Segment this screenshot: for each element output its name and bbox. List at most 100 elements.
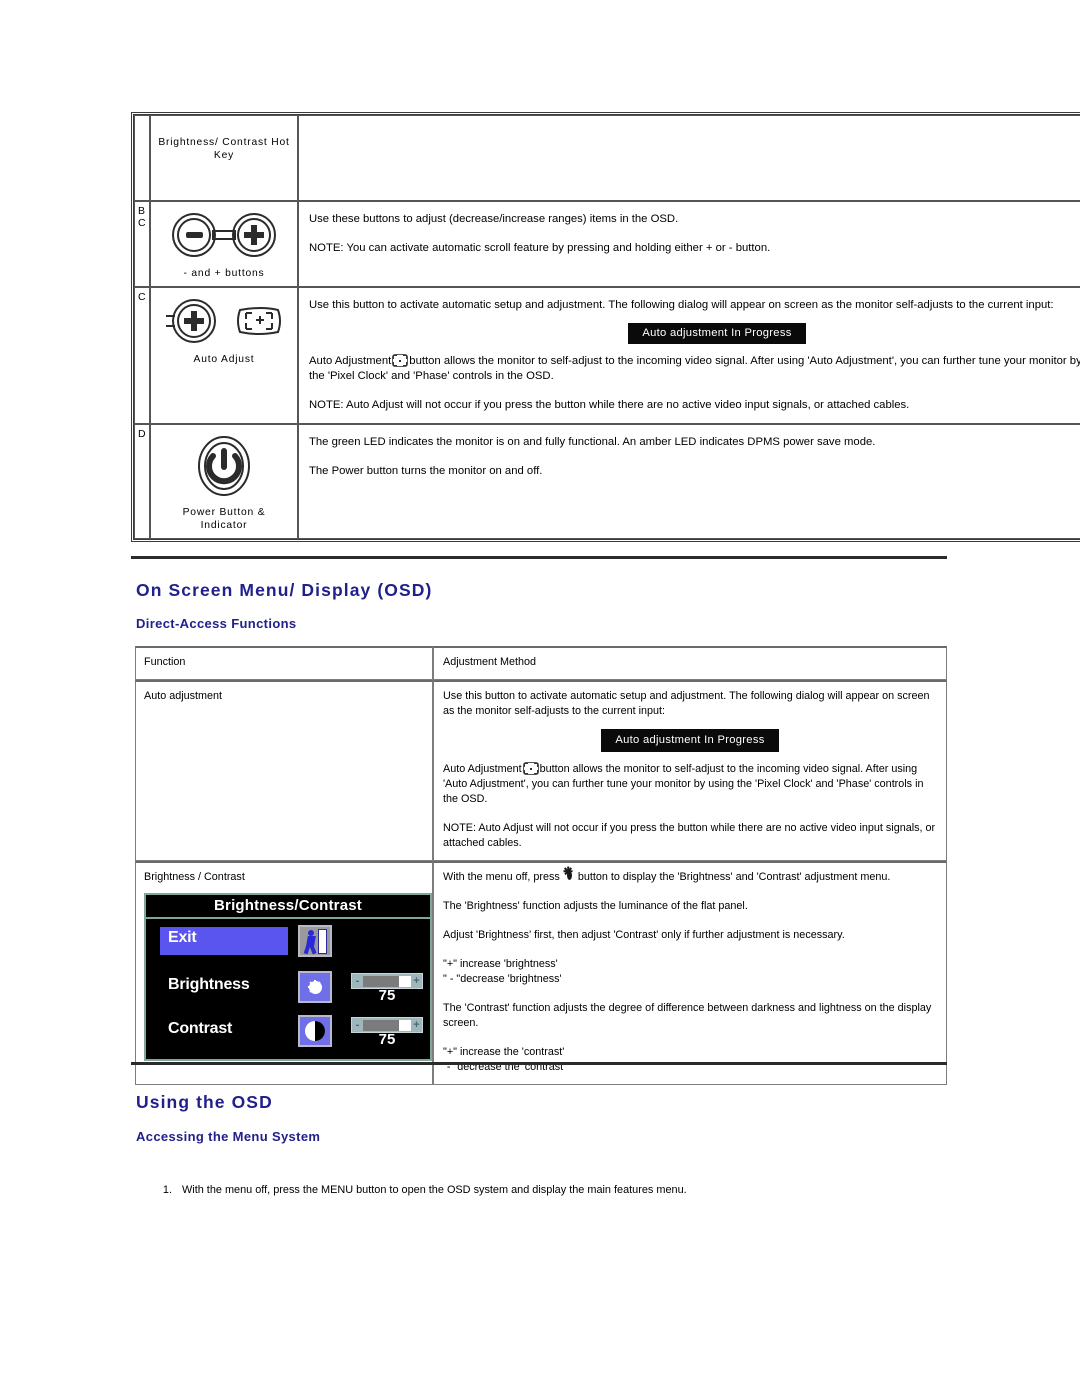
desc-body-pre: Auto Adjustment	[309, 355, 392, 367]
list-item: 1. With the menu off, press the MENU but…	[150, 1183, 850, 1198]
icon-cell: Auto Adjust	[150, 287, 298, 424]
auto-adjust-icon	[166, 299, 281, 343]
auto-adjust-banner-wrap: Auto adjustment In Progress	[443, 725, 937, 763]
icon-cell: Power Button & Indicator	[150, 424, 298, 539]
power-button-icon	[198, 436, 250, 496]
brightness-sun-icon	[298, 971, 332, 1003]
table-header-row: Function Adjustment Method	[135, 646, 947, 680]
steps-list: 1. With the menu off, press the MENU but…	[150, 1183, 850, 1198]
table-row: C Auto Adjust Use this button to activat	[134, 287, 1080, 424]
brightness-hotkey-inline-icon	[560, 866, 578, 882]
icon-caption: - and + buttons	[183, 268, 265, 279]
auto-adjust-inline-icon	[522, 762, 539, 775]
function-label: Brightness / Contrast	[144, 871, 245, 883]
desc-paragraph: Use these buttons to adjust (decrease/in…	[309, 213, 679, 225]
bc-line2: The 'Brightness' function adjusts the lu…	[443, 900, 748, 912]
step-text: With the menu off, press the MENU button…	[182, 1184, 687, 1196]
page-title-using-osd: Using the OSD	[136, 1092, 273, 1112]
desc-paragraph: The green LED indicates the monitor is o…	[309, 436, 876, 448]
slider-minus-icon[interactable]: -	[352, 1019, 363, 1031]
bc-line1-pre: With the menu off, press	[443, 871, 560, 883]
step-number: 1.	[162, 1184, 172, 1196]
table-row-auto-adjustment: Auto adjustment Use this button to activ…	[135, 679, 947, 861]
horizontal-rule	[131, 1062, 947, 1065]
osd-body: Exit Brightness - + 75 Contrast - + 75	[146, 919, 430, 1053]
icon-caption: Brightness/ Contrast Hot Key	[158, 137, 290, 161]
auto-adjust-inline-icon	[392, 354, 409, 367]
method-cell-auto-adjustment: Use this button to activate automatic se…	[433, 679, 947, 861]
bc-line3: Adjust 'Brightness' first, then adjust '…	[443, 929, 845, 941]
column-header-function: Function	[135, 646, 433, 680]
contrast-value: 75	[378, 1031, 396, 1048]
direct-access-functions-table: Function Adjustment Method Auto adjustme…	[135, 646, 947, 1085]
auto-note: NOTE: Auto Adjust will not occur if you …	[443, 822, 936, 849]
icon-cell: - and + buttons	[150, 201, 298, 287]
auto-adjustment-progress-banner: Auto adjustment In Progress	[601, 728, 779, 752]
row-letter: B C	[134, 201, 150, 287]
bc-line4a: "+" increase 'brightness'	[443, 958, 558, 970]
osd-preview-panel: Brightness/Contrast Exit Brightness - + …	[144, 892, 432, 1061]
subheading-accessing-menu: Accessing the Menu System	[136, 1129, 321, 1144]
slider-track[interactable]	[363, 975, 411, 987]
osd-title: Brightness/Contrast	[146, 895, 430, 919]
desc-note: NOTE: You can activate automatic scroll …	[309, 242, 771, 254]
bc-line6a: "+" increase the 'contrast'	[443, 1046, 565, 1058]
minus-plus-buttons-icon	[172, 213, 276, 257]
auto-body: Auto Adjustment button allows the monitor…	[443, 762, 937, 807]
icon-caption: Power Button & Indicator	[182, 507, 266, 531]
function-name-auto-adjustment: Auto adjustment	[135, 679, 433, 861]
description-cell: Use this button to activate automatic se…	[298, 287, 1080, 424]
slider-plus-icon[interactable]: +	[411, 975, 422, 987]
bc-line5: The 'Contrast' function adjusts the degr…	[443, 1002, 932, 1029]
method-cell-brightness-contrast: With the menu off, press button to displa…	[433, 861, 947, 1085]
horizontal-rule	[131, 556, 947, 559]
subheading-direct-access: Direct-Access Functions	[136, 616, 297, 631]
bc-line1: With the menu off, press button to displa…	[443, 866, 937, 885]
osd-exit-highlight[interactable]: Exit	[160, 927, 288, 955]
table-row: B C - and + buttons Use these buttons to	[134, 201, 1080, 287]
slider-plus-icon[interactable]: +	[411, 1019, 422, 1031]
auto-body-pre: Auto Adjustment	[443, 763, 522, 775]
osd-row-contrast[interactable]: Contrast - + 75	[146, 1015, 430, 1055]
description-cell: The green LED indicates the monitor is o…	[298, 424, 1080, 539]
control-buttons-table: Brightness/ Contrast Hot Key B C - and +…	[131, 112, 1080, 542]
desc-intro: Use this button to activate automatic se…	[309, 299, 1054, 311]
icon-cell: Brightness/ Contrast Hot Key	[150, 115, 298, 201]
table-row: D Power Button & Indicator The green LED…	[134, 424, 1080, 539]
bc-line6: "+" increase the 'contrast' "-" decrease…	[443, 1045, 937, 1075]
brightness-value: 75	[378, 987, 396, 1004]
desc-paragraph: The Power button turns the monitor on an…	[309, 465, 543, 477]
desc-note: NOTE: Auto Adjust will not occur if you …	[309, 399, 910, 411]
auto-intro: Use this button to activate automatic se…	[443, 689, 930, 717]
row-letter: C	[134, 287, 150, 424]
row-letter: D	[134, 424, 150, 539]
page-title-osd: On Screen Menu/ Display (OSD)	[136, 580, 433, 600]
description-cell: Use these buttons to adjust (decrease/in…	[298, 201, 1080, 287]
bc-line4b: " - "decrease 'brightness'	[443, 973, 562, 985]
desc-body-post: button allows the monitor to self-adjust…	[309, 355, 1080, 382]
slider-fill	[363, 975, 399, 987]
table-row-brightness-contrast: Brightness / Contrast Brightness/Contras…	[135, 861, 947, 1085]
slider-minus-icon[interactable]: -	[352, 975, 363, 987]
osd-exit-label: Exit	[168, 929, 197, 946]
slider-fill	[363, 1019, 399, 1031]
contrast-halfcircle-icon	[298, 1015, 332, 1047]
osd-contrast-label: Contrast	[168, 1020, 233, 1037]
osd-row-brightness[interactable]: Brightness - + 75	[146, 971, 430, 1011]
table-row: Brightness/ Contrast Hot Key	[134, 115, 1080, 201]
row-letter	[134, 115, 150, 201]
bc-line4: "+" increase 'brightness' " - "decrease …	[443, 957, 937, 987]
slider-track[interactable]	[363, 1019, 411, 1031]
auto-adjustment-progress-banner: Auto adjustment In Progress	[628, 323, 806, 344]
bc-line1-post: button to display the 'Brightness' and '…	[577, 871, 891, 883]
osd-brightness-label: Brightness	[168, 976, 250, 993]
function-name-brightness-contrast: Brightness / Contrast Brightness/Contras…	[135, 861, 433, 1085]
document-page: Brightness/ Contrast Hot Key B C - and +…	[0, 0, 1080, 1397]
desc-body: Auto Adjustment button allows the monitor…	[309, 354, 1080, 384]
column-header-method: Adjustment Method	[433, 646, 947, 680]
exit-icon	[298, 925, 332, 957]
auto-adjust-banner-wrap: Auto adjustment In Progress	[309, 319, 1080, 354]
icon-caption: Auto Adjust	[193, 354, 255, 365]
description-cell	[298, 115, 1080, 201]
osd-row-exit[interactable]: Exit	[146, 925, 430, 965]
